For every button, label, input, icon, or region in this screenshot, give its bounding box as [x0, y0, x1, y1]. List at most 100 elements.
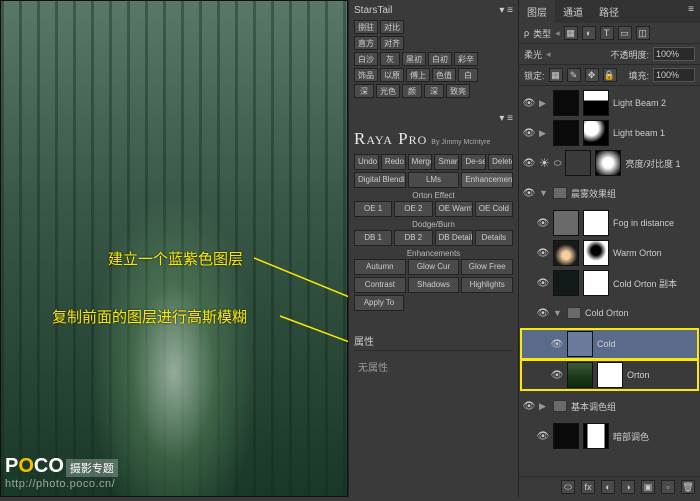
raya-button[interactable]: Details [475, 230, 513, 246]
apply-to-button[interactable]: Apply To [354, 295, 404, 311]
panel-menu-icon[interactable]: ≡ [682, 0, 700, 23]
opacity-input[interactable] [653, 47, 695, 61]
expand-chevron-icon[interactable]: ▼ [539, 188, 549, 198]
layer-mask-thumbnail[interactable] [583, 210, 609, 236]
layer-mask-thumbnail[interactable] [583, 90, 609, 116]
visibility-eye-icon[interactable]: 👁 [537, 247, 549, 259]
layer-mask-thumbnail[interactable] [583, 423, 609, 449]
layer-name[interactable]: 基本调色组 [571, 400, 696, 413]
expand-chevron-icon[interactable]: ▶ [539, 401, 549, 412]
layer-name[interactable]: Cold [597, 339, 694, 349]
layer-name[interactable]: 亮度/对比度 1 [625, 157, 696, 170]
visibility-eye-icon[interactable]: 👁 [523, 187, 535, 199]
raya-button[interactable]: Enhancements [461, 172, 513, 188]
layer-row[interactable]: 👁 Cold Orton 副本 [519, 268, 700, 298]
raya-button[interactable]: DB 2 [394, 230, 432, 246]
panel-menu-icon[interactable]: ▾ ≡ [499, 5, 513, 16]
delete-layer-icon[interactable]: 🗑 [681, 480, 695, 494]
layer-group[interactable]: 👁 ▶ 基本调色组 [519, 391, 700, 421]
layer-thumbnail[interactable] [553, 423, 579, 449]
blend-mode-select[interactable]: 柔光 [524, 48, 542, 61]
layer-name[interactable]: Orton [627, 370, 694, 380]
layer-group[interactable]: 👁▼Cold Orton [519, 298, 700, 328]
new-group-icon[interactable]: ▣ [641, 480, 655, 494]
filter-kind-icon[interactable]: ρ [524, 28, 529, 38]
filter-pixel-icon[interactable]: ▦ [564, 26, 578, 40]
raya-button[interactable]: Glow Cur [408, 259, 460, 275]
raya-button[interactable]: Contrast [354, 277, 406, 293]
starstail-button[interactable]: 黑初 [402, 52, 426, 66]
new-layer-icon[interactable]: ▫ [661, 480, 675, 494]
tab-layers[interactable]: 图层 [519, 0, 555, 23]
starstail-button[interactable]: 致亮 [446, 84, 470, 98]
layer-group[interactable]: 👁▼晨雾效果组 [519, 178, 700, 208]
raya-button[interactable]: Smart [434, 154, 459, 170]
layer-thumbnail[interactable] [567, 362, 593, 388]
lock-pixel-icon[interactable]: ✎ [567, 68, 581, 82]
layer-row[interactable]: 👁 暗部调色 [519, 421, 700, 451]
lock-all-icon[interactable]: 🔒 [603, 68, 617, 82]
raya-button[interactable]: Digital Blending [354, 172, 406, 188]
layer-row[interactable]: 👁▶Light beam 1 [519, 118, 700, 148]
starstail-button[interactable]: 对比 [380, 20, 404, 34]
layer-thumbnail[interactable] [567, 331, 593, 357]
tab-channels[interactable]: 通道 [555, 0, 591, 23]
visibility-eye-icon[interactable]: 👁 [523, 400, 535, 412]
panel-menu-icon[interactable]: ▾ ≡ [499, 113, 513, 124]
new-adjust-icon[interactable]: ◑ [621, 480, 635, 494]
raya-button[interactable]: Undo [354, 154, 379, 170]
raya-button[interactable]: OE 2 [394, 201, 432, 217]
layer-thumbnail[interactable] [553, 210, 579, 236]
visibility-eye-icon[interactable]: 👁 [537, 307, 549, 319]
layer-mask-thumbnail[interactable] [583, 270, 609, 296]
layer-name[interactable]: Cold Orton 副本 [613, 277, 696, 290]
filter-adjust-icon[interactable]: ◐ [582, 26, 596, 40]
starstail-button[interactable]: 色值 [432, 68, 456, 82]
raya-button[interactable]: DB 1 [354, 230, 392, 246]
raya-button[interactable]: OE Warm [435, 201, 473, 217]
link-layers-icon[interactable]: ⬭ [561, 480, 575, 494]
raya-button[interactable]: Shadows [408, 277, 460, 293]
raya-button[interactable]: LMs [408, 172, 460, 188]
layer-row[interactable]: 👁 Cold [521, 329, 698, 359]
starstail-button[interactable]: 捌驻 [354, 20, 378, 34]
visibility-eye-icon[interactable]: 👁 [523, 157, 535, 169]
expand-chevron-icon[interactable]: ▶ [539, 98, 549, 109]
layer-mask-thumbnail[interactable] [583, 240, 609, 266]
layer-row[interactable]: 👁 Orton [521, 360, 698, 390]
starstail-button[interactable]: 白 [458, 68, 478, 82]
layer-thumbnail[interactable] [553, 240, 579, 266]
visibility-eye-icon[interactable]: 👁 [537, 277, 549, 289]
lock-trans-icon[interactable]: ▦ [549, 68, 563, 82]
starstail-button[interactable]: 饰品 [354, 68, 378, 82]
starstail-button[interactable]: 光色 [376, 84, 400, 98]
expand-chevron-icon[interactable]: ▶ [539, 128, 549, 139]
layer-thumbnail[interactable] [553, 120, 579, 146]
visibility-eye-icon[interactable]: 👁 [523, 127, 535, 139]
raya-button[interactable]: Highlights [461, 277, 513, 293]
visibility-eye-icon[interactable]: 👁 [551, 338, 563, 350]
layer-name[interactable]: 暗部调色 [613, 430, 696, 443]
visibility-eye-icon[interactable]: 👁 [551, 369, 563, 381]
lock-pos-icon[interactable]: ✥ [585, 68, 599, 82]
layer-name[interactable]: Fog in distance [613, 218, 696, 228]
starstail-button[interactable]: 深 [354, 84, 374, 98]
layer-thumbnail[interactable] [553, 270, 579, 296]
filter-type-icon[interactable]: T [600, 26, 614, 40]
filter-shape-icon[interactable]: ▭ [618, 26, 632, 40]
starstail-button[interactable]: 彩辛 [454, 52, 478, 66]
layer-row[interactable]: 👁Warm Orton [519, 238, 700, 268]
raya-button[interactable]: OE 1 [354, 201, 392, 217]
starstail-button[interactable]: 白沙 [354, 52, 378, 66]
starstail-button[interactable]: 深 [424, 84, 444, 98]
visibility-eye-icon[interactable]: 👁 [537, 430, 549, 442]
layer-row[interactable]: 👁▶Light Beam 2 [519, 88, 700, 118]
layer-mask-thumbnail[interactable] [597, 362, 623, 388]
raya-button[interactable]: Autumn [354, 259, 406, 275]
starstail-button[interactable]: 灰 [380, 52, 400, 66]
filter-smart-icon[interactable]: ◫ [636, 26, 650, 40]
starstail-button[interactable]: 颜 [402, 84, 422, 98]
visibility-eye-icon[interactable]: 👁 [523, 97, 535, 109]
raya-button[interactable]: Redo [381, 154, 406, 170]
tab-paths[interactable]: 路径 [591, 0, 627, 23]
